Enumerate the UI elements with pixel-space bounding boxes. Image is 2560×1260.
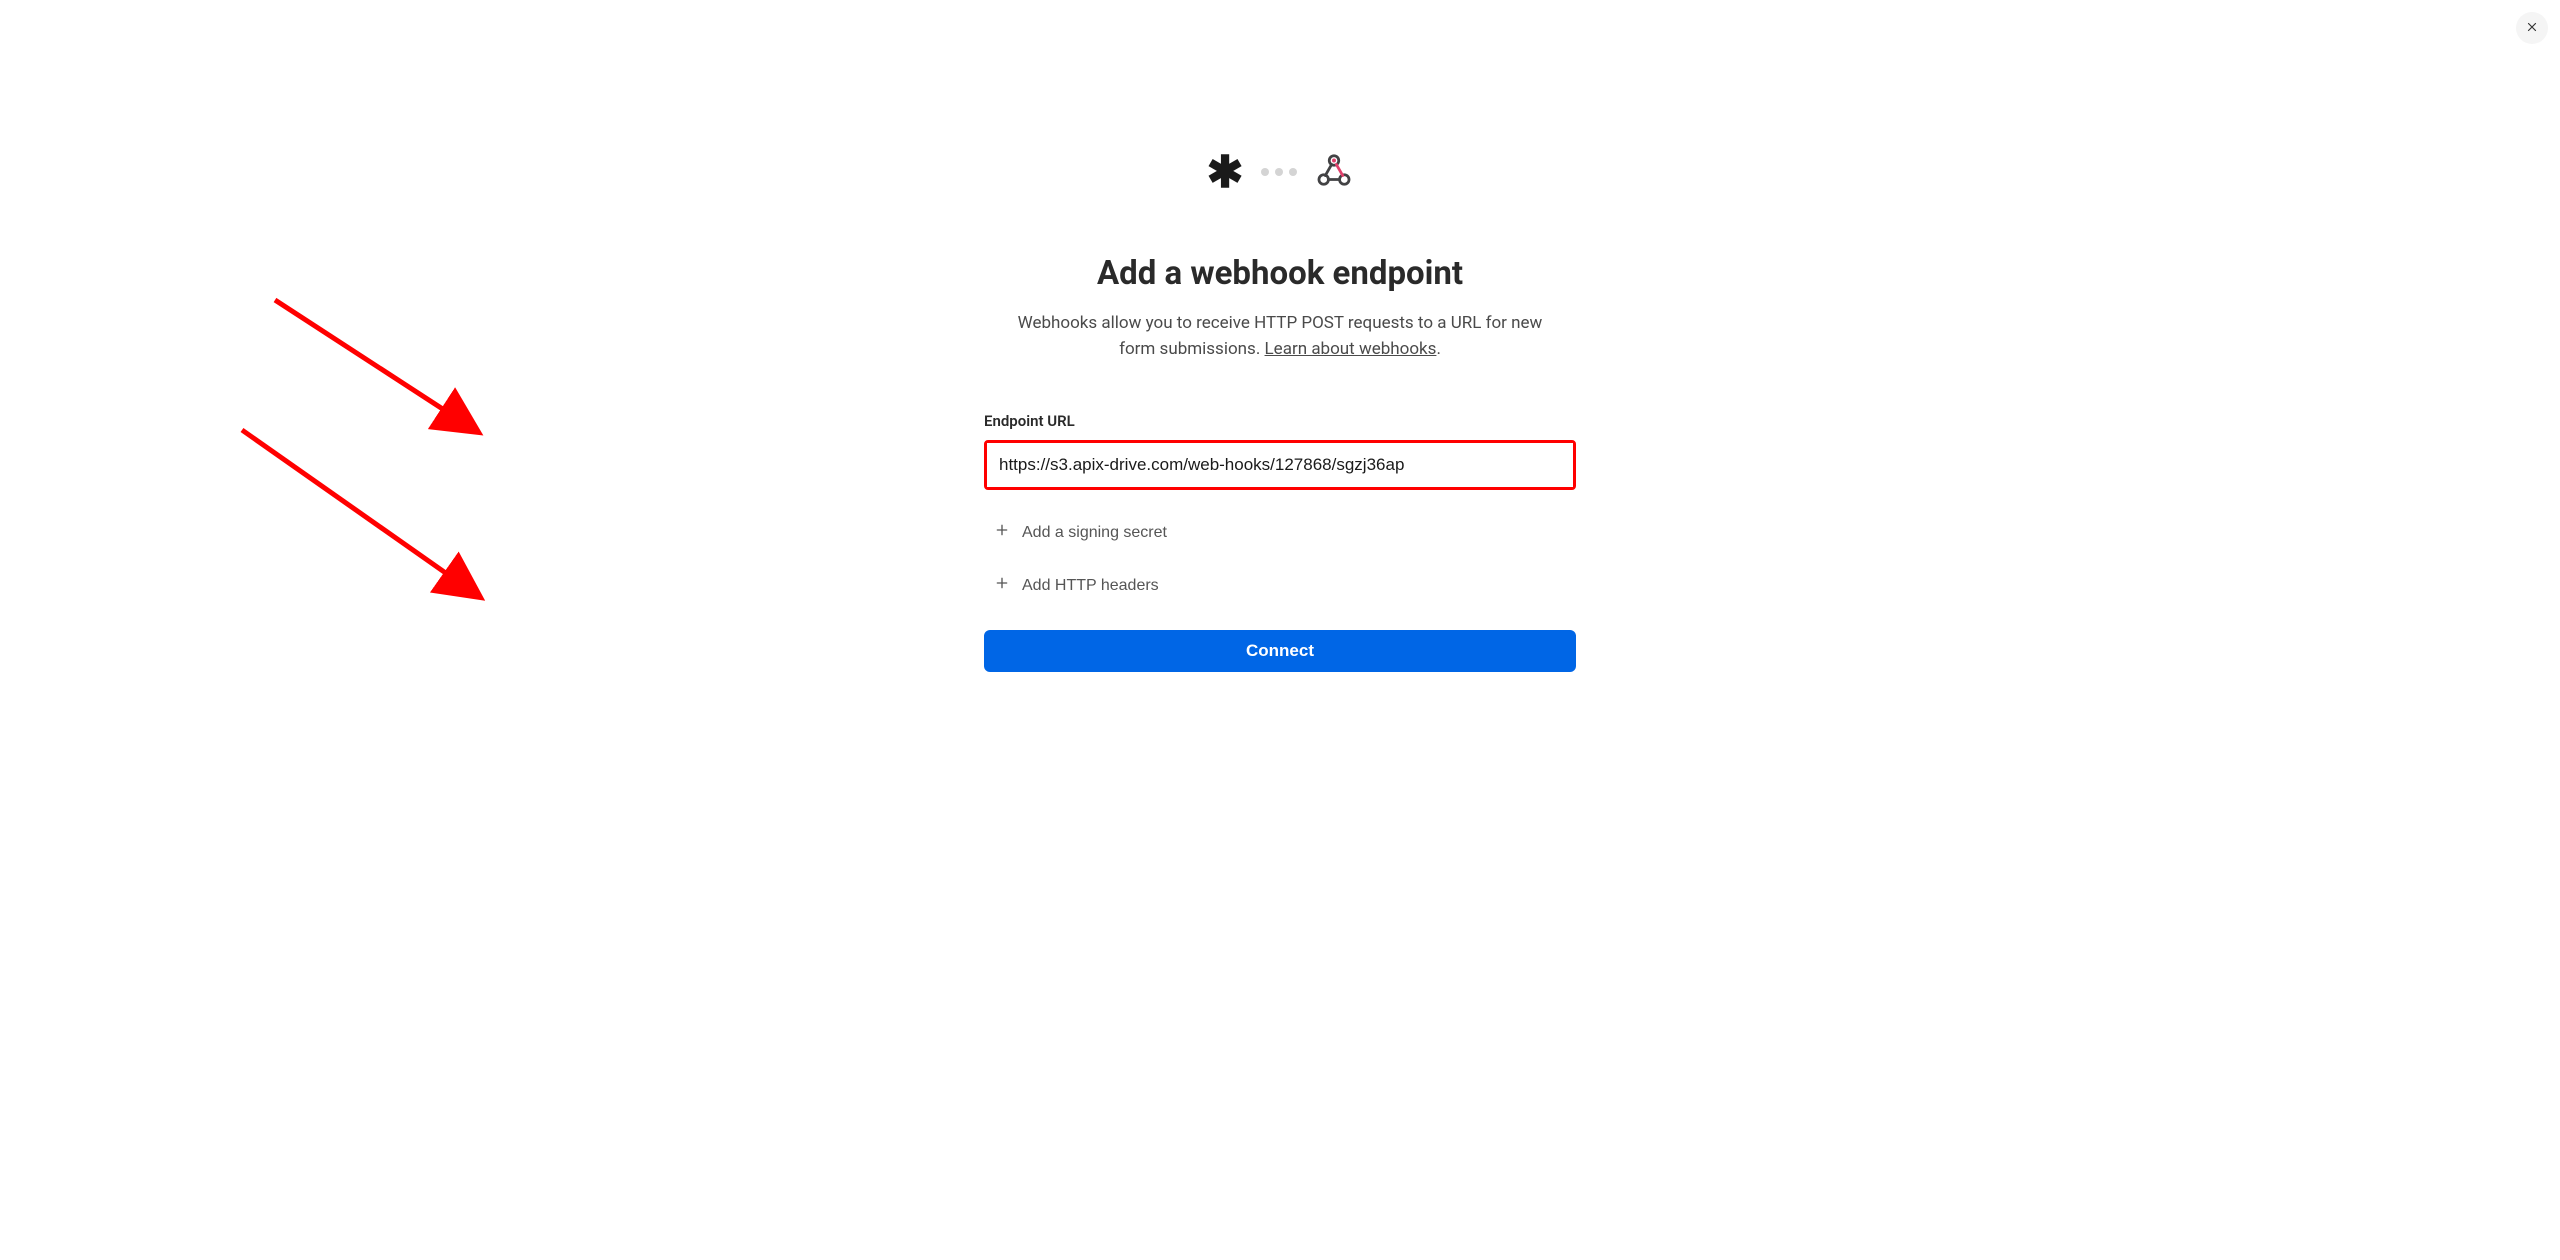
plus-icon bbox=[994, 522, 1010, 543]
close-icon bbox=[2525, 20, 2539, 37]
endpoint-url-input[interactable] bbox=[987, 443, 1573, 487]
add-http-headers-label: Add HTTP headers bbox=[1022, 577, 1159, 595]
endpoint-url-label: Endpoint URL bbox=[984, 412, 1576, 430]
annotation-arrow-1 bbox=[265, 290, 495, 445]
add-http-headers-button[interactable]: Add HTTP headers bbox=[984, 567, 1169, 604]
asterisk-icon: ✱ bbox=[1207, 150, 1244, 194]
add-signing-secret-label: Add a signing secret bbox=[1022, 524, 1167, 542]
connect-button[interactable]: Connect bbox=[984, 630, 1576, 672]
webhook-icon bbox=[1315, 151, 1353, 193]
modal-description: Webhooks allow you to receive HTTP POST … bbox=[1000, 311, 1560, 362]
form-section: Endpoint URL Add a signing secret Add HT… bbox=[984, 412, 1576, 672]
modal-title: Add a webhook endpoint bbox=[1097, 254, 1463, 293]
endpoint-url-highlight bbox=[984, 440, 1576, 490]
annotation-arrow-2 bbox=[232, 420, 492, 610]
learn-webhooks-link[interactable]: Learn about webhooks bbox=[1265, 339, 1437, 359]
connection-dots bbox=[1261, 168, 1297, 176]
plus-icon bbox=[994, 575, 1010, 596]
close-button[interactable] bbox=[2516, 12, 2548, 44]
add-signing-secret-button[interactable]: Add a signing secret bbox=[984, 514, 1177, 551]
icon-row: ✱ bbox=[1207, 150, 1354, 194]
modal-content: ✱ Add a webhook endpoint Webhooks allow … bbox=[930, 150, 1630, 672]
description-suffix: . bbox=[1436, 339, 1440, 359]
